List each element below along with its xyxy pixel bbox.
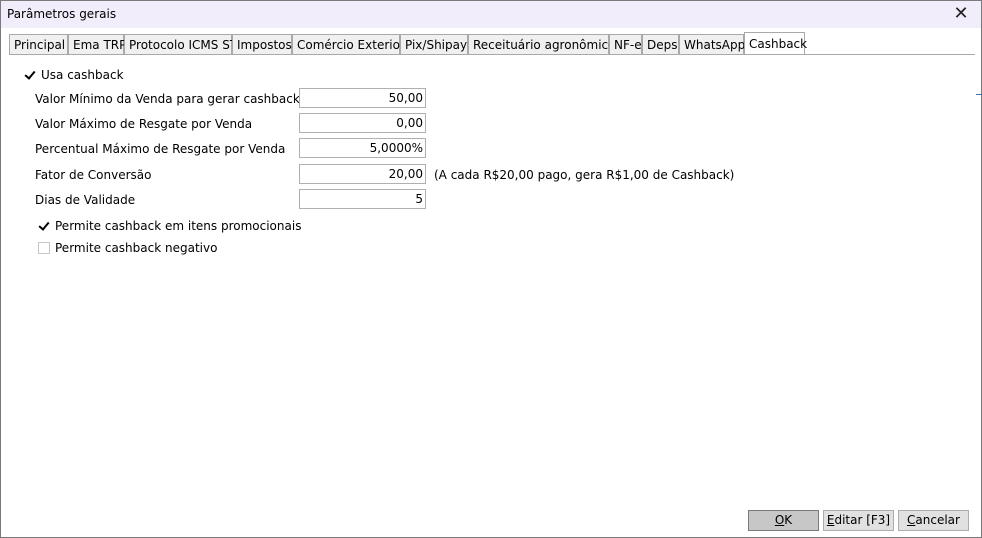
tab-principal[interactable]: Principal <box>9 34 68 54</box>
tab-impostos[interactable]: Impostos <box>232 34 292 54</box>
ok-label-rest: K <box>784 513 793 527</box>
tab-deps[interactable]: Deps <box>642 34 679 54</box>
valor-minimo-label: Valor Mínimo da Venda para gerar cashbac… <box>35 92 300 106</box>
cashback-negativo-checkbox[interactable]: Permite cashback negativo <box>38 241 217 255</box>
editar-label-rest: ditar [F3] <box>834 513 891 527</box>
panel-edge-mark <box>976 94 982 95</box>
tab-protocolo-icms-st[interactable]: Protocolo ICMS ST <box>124 34 237 54</box>
fator-conversao-input[interactable]: 20,00 <box>299 164 426 184</box>
fator-conversao-label: Fator de Conversão <box>35 168 152 182</box>
promocionais-check-icon <box>38 220 50 232</box>
tab-pix-shipay[interactable]: Pix/Shipay <box>400 34 468 54</box>
close-icon[interactable]: ✕ <box>949 3 973 25</box>
tab-receituario-agronomico[interactable]: Receituário agronômico <box>468 34 615 54</box>
negativo-checkbox-box <box>38 242 50 254</box>
valor-maximo-resgate-input[interactable]: 0,00 <box>299 113 426 133</box>
valor-maximo-resgate-label: Valor Máximo de Resgate por Venda <box>35 117 253 131</box>
dias-validade-label: Dias de Validade <box>35 193 136 207</box>
tab-cashback[interactable]: Cashback <box>744 32 807 54</box>
tab-nfe[interactable]: NF-e <box>609 34 642 54</box>
tab-panel-border <box>9 54 975 55</box>
valor-minimo-input[interactable]: 50,00 <box>299 88 426 108</box>
cancelar-label-rest: ancelar <box>915 513 960 527</box>
usa-cashback-label: Usa cashback <box>41 68 124 82</box>
title-bar: Parâmetros gerais ✕ <box>1 1 981 28</box>
cancelar-button[interactable]: Cancelar <box>898 510 969 531</box>
dias-validade-input[interactable]: 5 <box>299 189 426 209</box>
percentual-maximo-label: Percentual Máximo de Resgate por Venda <box>35 142 286 156</box>
cashback-promocionais-checkbox[interactable]: Permite cashback em itens promocionais <box>38 219 301 233</box>
conversion-hint: (A cada R$20,00 pago, gera R$1,00 de Cas… <box>434 168 735 182</box>
window-title: Parâmetros gerais <box>7 7 117 21</box>
usa-cashback-check-icon <box>24 69 36 81</box>
tab-strip: Principal Ema TRP Protocolo ICMS ST Impo… <box>9 32 975 55</box>
tab-comercio-exterior[interactable]: Comércio Exterior <box>292 34 405 54</box>
ok-button[interactable]: OK <box>748 510 819 531</box>
percentual-maximo-input[interactable]: 5,0000% <box>299 138 426 158</box>
editar-button[interactable]: Editar [F3] <box>823 510 894 531</box>
cashback-promocionais-label: Permite cashback em itens promocionais <box>55 219 302 233</box>
usa-cashback-checkbox[interactable]: Usa cashback <box>24 68 124 82</box>
tab-ema-trp[interactable]: Ema TRP <box>68 34 126 54</box>
ok-mnemonic: O <box>774 513 785 527</box>
parametros-gerais-dialog: Parâmetros gerais ✕ Principal Ema TRP Pr… <box>0 0 982 538</box>
cashback-negativo-label: Permite cashback negativo <box>55 241 218 255</box>
tab-whatsapp[interactable]: WhatsApp <box>679 34 745 54</box>
